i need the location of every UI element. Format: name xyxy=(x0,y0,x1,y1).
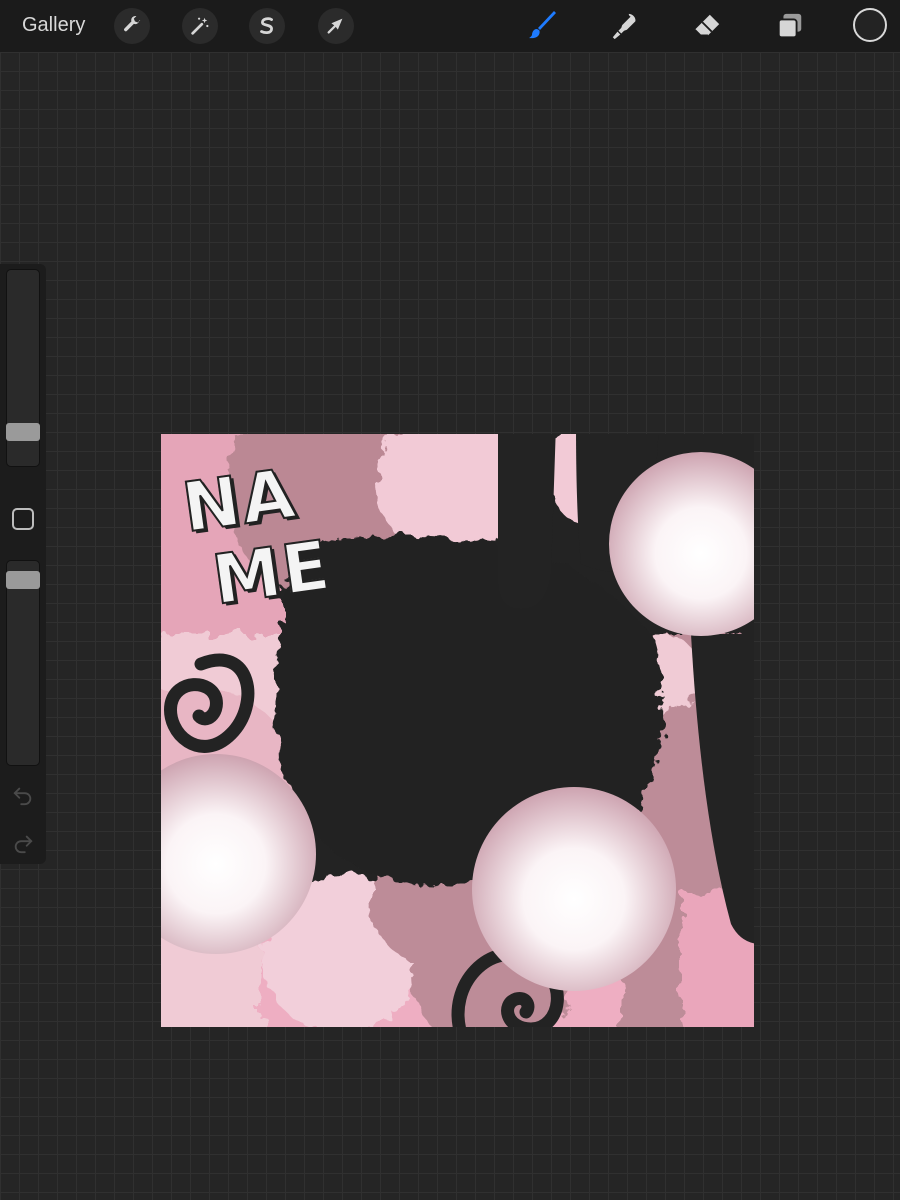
undo-button[interactable] xyxy=(10,782,36,808)
magic-wand-icon xyxy=(191,17,209,35)
top-toolbar: Gallery xyxy=(0,0,900,52)
drip-left xyxy=(497,434,556,609)
brush-size-thumb[interactable] xyxy=(6,423,40,442)
selection-button[interactable] xyxy=(249,8,285,44)
eraser-tool-button[interactable] xyxy=(687,6,727,46)
opacity-slider[interactable] xyxy=(6,560,40,766)
brush-tool-button[interactable] xyxy=(523,6,563,46)
drawing-canvas[interactable]: NA ME xyxy=(161,434,754,1027)
left-sidebar xyxy=(0,264,46,864)
transform-arrow-icon xyxy=(327,18,343,34)
eraser-icon xyxy=(694,14,720,37)
opacity-thumb[interactable] xyxy=(6,571,40,590)
redo-arrow-icon xyxy=(14,835,33,854)
selection-icon xyxy=(260,17,273,35)
pearl-bottom xyxy=(472,787,676,991)
gallery-button[interactable]: Gallery xyxy=(22,14,85,37)
wrench-icon xyxy=(124,15,141,32)
layers-button[interactable] xyxy=(770,6,810,46)
undo-arrow-icon xyxy=(13,787,32,806)
layers-icon xyxy=(777,13,802,39)
modify-button[interactable] xyxy=(12,508,34,530)
smudge-tool-button[interactable] xyxy=(605,6,645,46)
smudge-icon xyxy=(612,13,636,40)
brush-icon xyxy=(529,11,556,39)
adjustments-button[interactable] xyxy=(182,8,218,44)
brush-size-slider[interactable] xyxy=(6,269,40,467)
actions-button[interactable] xyxy=(114,8,150,44)
artwork-text-line2: ME xyxy=(207,525,337,622)
color-picker-button[interactable] xyxy=(853,8,887,42)
transform-button[interactable] xyxy=(318,8,354,44)
redo-button[interactable] xyxy=(10,830,36,856)
